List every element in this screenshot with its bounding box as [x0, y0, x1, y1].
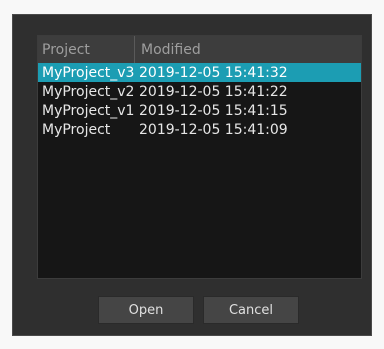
list-header: Project Modified [38, 36, 361, 63]
project-name: MyProject_v2 [42, 83, 135, 100]
open-project-dialog: Project Modified MyProject_v3 2019-12-05… [12, 14, 372, 336]
cancel-button[interactable]: Cancel [203, 296, 299, 324]
column-header-project[interactable]: Project [38, 36, 135, 63]
project-name: MyProject [42, 121, 111, 138]
table-row[interactable]: MyProject_v1 2019-12-05 15:41:15 [38, 101, 361, 120]
modified-date: 2019-12-05 15:41:22 [139, 83, 288, 100]
modified-date: 2019-12-05 15:41:32 [139, 64, 288, 81]
project-name: MyProject_v1 [42, 102, 135, 119]
project-list[interactable]: Project Modified MyProject_v3 2019-12-05… [37, 35, 362, 279]
table-row[interactable]: MyProject 2019-12-05 15:41:09 [38, 120, 361, 139]
modified-date: 2019-12-05 15:41:09 [139, 121, 288, 138]
table-row[interactable]: MyProject_v3 2019-12-05 15:41:32 [38, 63, 361, 82]
modified-date: 2019-12-05 15:41:15 [139, 102, 288, 119]
table-row[interactable]: MyProject_v2 2019-12-05 15:41:22 [38, 82, 361, 101]
column-header-modified[interactable]: Modified [135, 42, 201, 58]
open-button[interactable]: Open [98, 296, 194, 324]
project-name: MyProject_v3 [42, 64, 135, 81]
